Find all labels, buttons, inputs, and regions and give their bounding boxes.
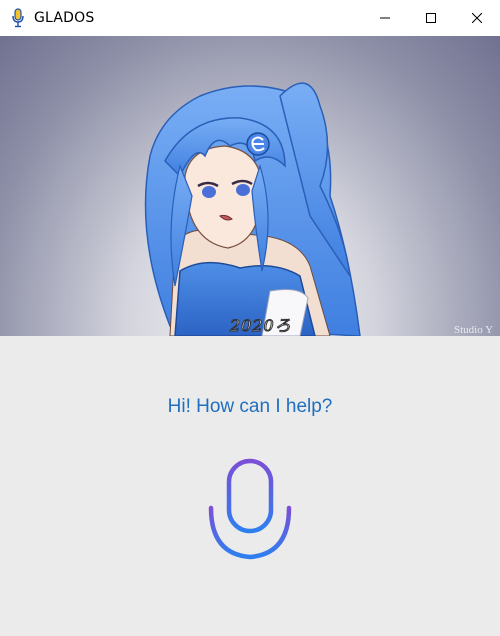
window-controls: [362, 0, 500, 36]
microphone-icon: [208, 458, 292, 560]
assistant-greeting: Hi! How can I help?: [167, 396, 333, 417]
media-watermark: Studio Y: [454, 324, 494, 336]
minimize-button[interactable]: [362, 0, 408, 36]
window-title: GLADOS: [34, 10, 95, 26]
microphone-button[interactable]: [207, 458, 293, 562]
minimize-icon: [380, 17, 390, 19]
maximize-button[interactable]: [408, 0, 454, 36]
maximize-icon: [426, 13, 436, 23]
close-icon: [472, 13, 482, 23]
title-bar[interactable]: GLADOS: [0, 0, 500, 36]
anime-character-illustration: [144, 82, 361, 336]
media-caption: 2020ろ: [230, 316, 292, 336]
close-button[interactable]: [454, 0, 500, 36]
assistant-avatar-animation: 2020ろ Studio Y: [0, 36, 500, 336]
microphone-app-icon: [11, 8, 25, 28]
app-window: GLADOS 2020ろ Studio Y Hi! How can I help…: [0, 0, 500, 636]
